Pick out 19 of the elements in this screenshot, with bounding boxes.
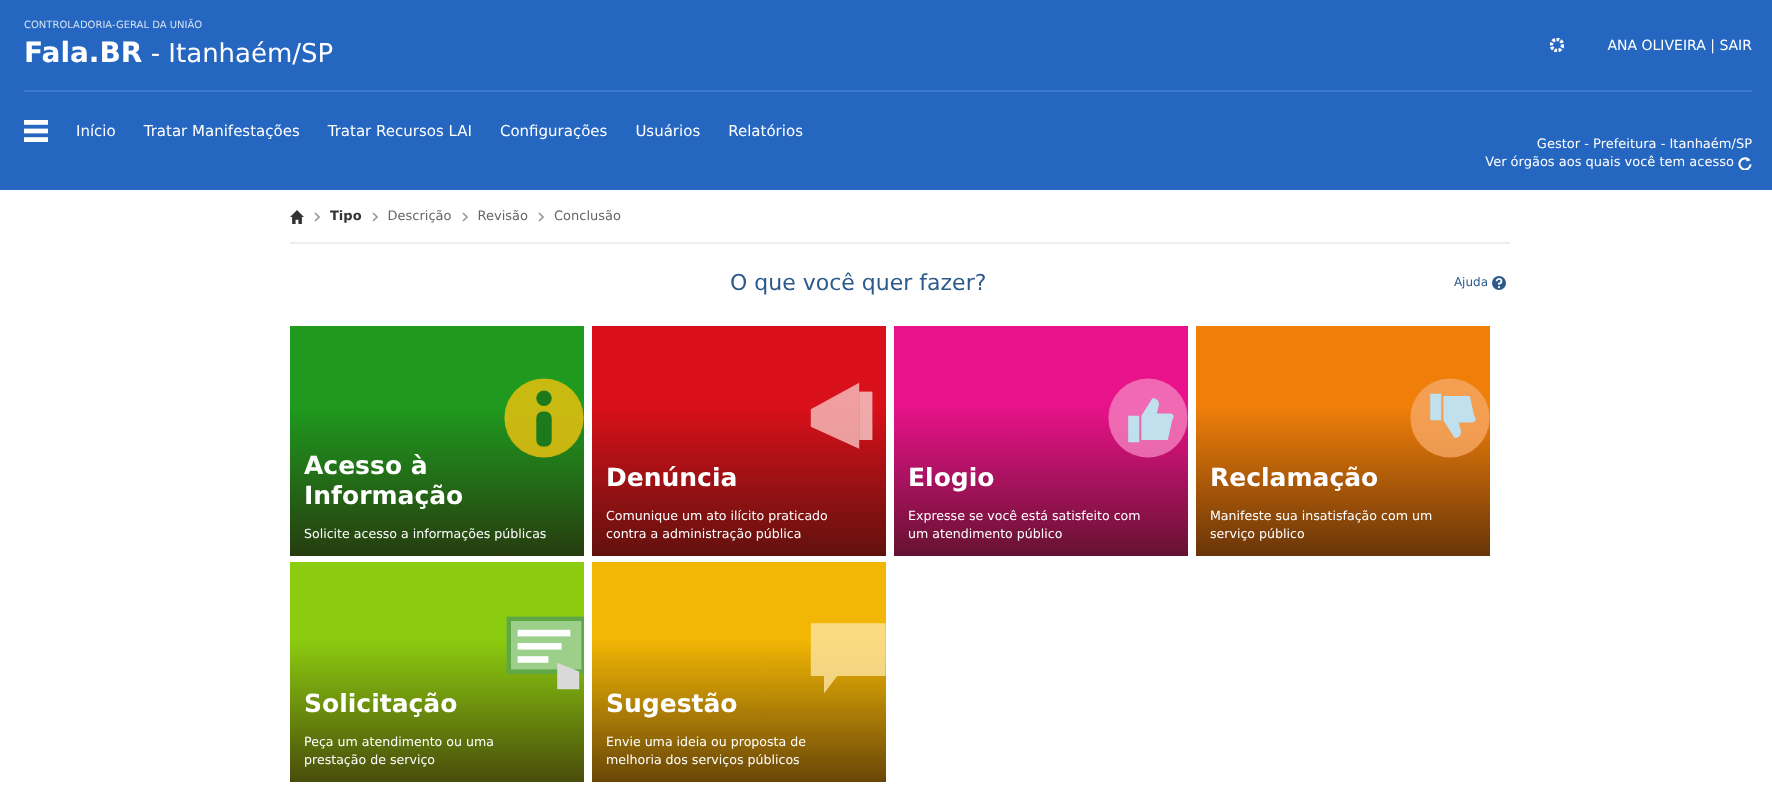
refresh-icon[interactable] [1738, 155, 1752, 170]
card-icon [500, 374, 584, 462]
menu-icon[interactable] [24, 120, 48, 142]
chevron-icon [371, 211, 378, 221]
help-icon[interactable] [1492, 275, 1506, 289]
page-heading: O que você quer fazer? [730, 269, 987, 295]
site-title: Fala.BR - Itanhaém/SP [24, 36, 334, 70]
card-title: Reclamação [1210, 462, 1381, 492]
chevron-icon [538, 211, 544, 221]
chevron-icon [461, 211, 468, 221]
card-title: Sugestão [606, 688, 740, 718]
card-title: Solicitação [304, 688, 460, 718]
card-icon [1104, 374, 1188, 462]
card-title: Denúncia [606, 462, 740, 492]
card-icon [1406, 374, 1490, 462]
card-title: Acesso à Informação [304, 450, 466, 510]
card-title: Elogio [908, 462, 997, 492]
home-icon[interactable] [290, 209, 304, 223]
chevron-icon [314, 211, 320, 221]
